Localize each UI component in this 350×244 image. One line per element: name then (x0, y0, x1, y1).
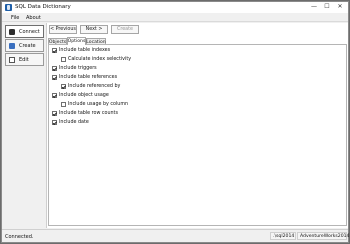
checkbox[interactable] (61, 84, 66, 89)
tab-options[interactable]: Options (67, 37, 86, 45)
app-window: SQL Data Dictionary — ☐ ✕ File About Con… (1, 1, 349, 243)
close-button[interactable]: ✕ (334, 2, 346, 12)
checkbox[interactable] (52, 48, 57, 53)
status-message: Connected. (5, 234, 34, 240)
title-bar[interactable]: SQL Data Dictionary — ☐ ✕ (2, 2, 348, 13)
database-icon (9, 29, 15, 35)
checkbox[interactable] (52, 93, 57, 98)
next-button[interactable]: Next > (80, 25, 108, 34)
sidebar-item-edit[interactable]: Edit (5, 53, 44, 66)
sidebar-item-label: Create (19, 43, 36, 49)
option-label: Include triggers (59, 65, 97, 71)
checkbox[interactable] (52, 66, 57, 71)
sidebar-item-connect[interactable]: Connect (5, 25, 44, 38)
option-label: Include usage by column (68, 101, 129, 107)
create-icon (9, 43, 15, 49)
option-label: Include table references (59, 74, 118, 80)
checkbox[interactable] (52, 120, 57, 125)
create-button[interactable]: Create (111, 25, 139, 34)
status-bar: Connected. .\sql2014 AdventureWorks2014 (2, 229, 349, 242)
sidebar-item-label: Connect (19, 29, 40, 35)
edit-icon (9, 57, 15, 63)
status-database: AdventureWorks2014 (297, 232, 349, 240)
option-label: Calculate index selectivity (68, 56, 132, 62)
option-label: Include table row counts (59, 110, 118, 116)
checkbox[interactable] (52, 111, 57, 116)
menu-bar: File About (2, 13, 348, 22)
menu-about[interactable]: About (26, 15, 41, 21)
sidebar-item-create[interactable]: Create (5, 39, 44, 52)
previous-button[interactable]: < Previous (49, 25, 77, 34)
main-panel: < Previous Next > Create Objects Options… (46, 23, 348, 228)
menu-file[interactable]: File (11, 15, 19, 21)
option-label: Include object usage (59, 92, 109, 98)
maximize-button[interactable]: ☐ (321, 2, 333, 12)
option-label: Include date (59, 119, 89, 125)
sidebar-item-label: Edit (19, 57, 29, 63)
app-icon (5, 4, 12, 11)
checkbox[interactable] (61, 102, 66, 107)
window-title: SQL Data Dictionary (15, 4, 71, 10)
minimize-button[interactable]: — (308, 2, 320, 12)
status-server: .\sql2014 (270, 232, 296, 240)
checkbox[interactable] (61, 57, 66, 62)
options-panel: Include table indexes Calculate index se… (48, 44, 347, 226)
checkbox[interactable] (52, 75, 57, 80)
option-label: Include referenced by (68, 83, 121, 89)
option-label: Include table indexes (59, 47, 111, 53)
